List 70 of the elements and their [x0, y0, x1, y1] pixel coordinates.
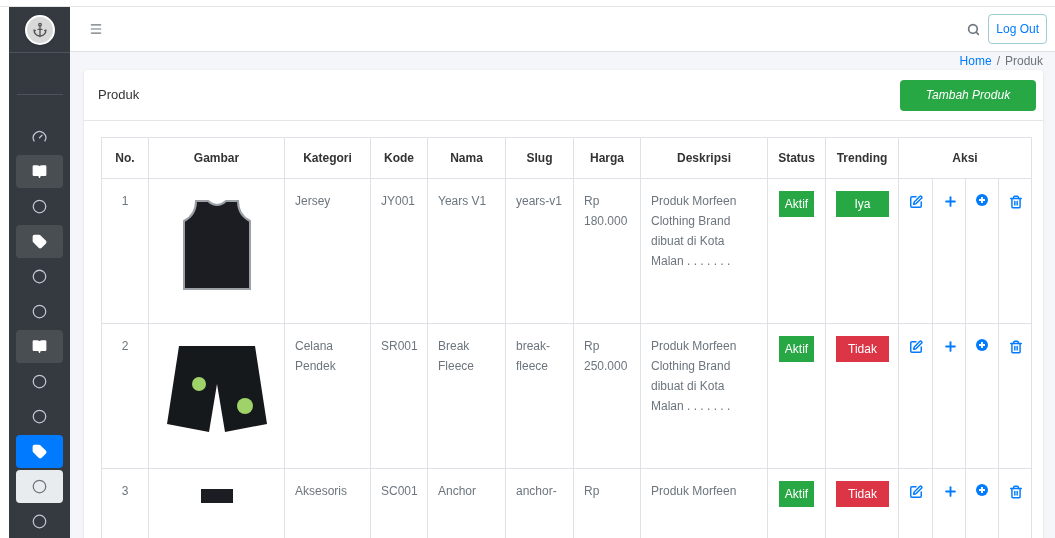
product-photo	[200, 489, 233, 503]
table-cell: years-v1	[505, 178, 574, 324]
table-cell: Produk Morfeen Clothing Brand dibuat di Kota Malan . . . . . . .	[640, 178, 768, 324]
edit-icon[interactable]	[909, 339, 923, 354]
circle-icon	[32, 409, 47, 424]
add-product-button[interactable]: Tambah Produk	[900, 79, 1036, 111]
column-header: Gambar	[148, 137, 285, 179]
breadcrumb-text: /	[996, 53, 1000, 70]
circle-icon	[32, 269, 47, 284]
circle-icon	[32, 514, 47, 529]
status-badge: Aktif	[778, 336, 815, 362]
table-cell: break- fleece	[505, 323, 574, 469]
column-header: Slug	[505, 137, 574, 179]
plus-icon[interactable]	[943, 194, 958, 210]
column-header: No.	[101, 137, 149, 179]
delete-icon[interactable]	[1009, 194, 1023, 209]
column-header: Status	[767, 137, 826, 179]
add-circle-icon[interactable]	[976, 338, 988, 352]
status-badge: Aktif	[778, 481, 815, 507]
edit-icon[interactable]	[909, 484, 923, 499]
table-cell: Produk Morfeen Clothing Brand dibuat di Kota Malan . . . . . . .	[640, 323, 768, 469]
breadcrumb-link[interactable]: Home	[959, 52, 992, 70]
trending-badge: Tidak	[836, 336, 889, 362]
circle-icon	[32, 304, 47, 319]
column-header: Harga	[573, 137, 641, 179]
edit-icon[interactable]	[909, 194, 923, 209]
column-header: Trending	[825, 137, 899, 179]
column-header: Kode	[370, 137, 428, 179]
logo-icon[interactable]	[24, 14, 55, 45]
circle-icon	[32, 199, 47, 214]
table-cell: Break Fleece	[427, 323, 506, 469]
column-header: Aksi	[898, 137, 1032, 179]
status-badge: Aktif	[778, 191, 815, 217]
book-icon	[32, 164, 47, 179]
table-cell: 2	[101, 323, 149, 469]
sidebar-item[interactable]	[16, 155, 63, 188]
column-header: Nama	[427, 137, 506, 179]
table-cell: Jersey	[284, 178, 371, 324]
delete-icon[interactable]	[1009, 484, 1023, 499]
add-circle-icon[interactable]	[976, 193, 988, 207]
add-circle-icon[interactable]	[976, 483, 988, 497]
breadcrumb-text: Produk	[1004, 53, 1043, 70]
sidebar-item[interactable]	[16, 330, 63, 363]
table-cell: 1	[101, 178, 149, 324]
search-icon[interactable]	[967, 22, 981, 36]
table-cell: Celana Pendek	[284, 323, 371, 469]
table-cell: 3	[101, 468, 149, 538]
circle-icon	[32, 479, 47, 494]
logout-button[interactable]: Log Out	[988, 14, 1047, 44]
sidebar-item[interactable]	[16, 225, 63, 258]
book-icon	[32, 339, 47, 354]
table-cell: Rp 180.000	[573, 178, 641, 324]
column-header: Deskripsi	[640, 137, 768, 179]
card-title: Produk	[98, 86, 140, 105]
plus-icon[interactable]	[943, 484, 958, 500]
tag-icon	[32, 444, 47, 459]
table-cell: Rp 250.000	[573, 323, 641, 469]
sidebar-item[interactable]	[16, 435, 63, 468]
column-header: Kategori	[284, 137, 371, 179]
trending-badge: Iya	[836, 191, 889, 217]
delete-icon[interactable]	[1009, 339, 1023, 354]
table-cell: SR001	[370, 323, 428, 469]
tag-icon	[32, 234, 47, 249]
plus-icon[interactable]	[943, 339, 958, 355]
menu-icon[interactable]	[89, 22, 103, 36]
circle-icon	[32, 374, 47, 389]
table-cell: Years V1	[427, 178, 506, 324]
table-cell: JY001	[370, 178, 428, 324]
trending-badge: Tidak	[836, 481, 889, 507]
dashboard-icon	[32, 129, 47, 144]
